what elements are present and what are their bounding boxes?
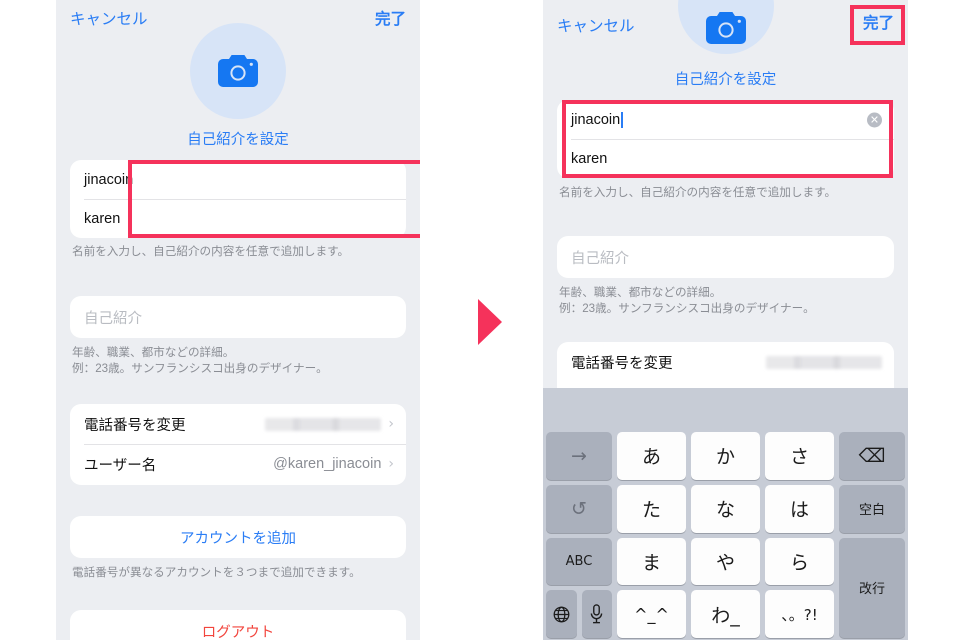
last-name-field[interactable]: karen bbox=[557, 139, 894, 178]
key-punctuation[interactable]: 、。?! bbox=[765, 590, 834, 638]
chevron-right-icon: › bbox=[388, 416, 394, 432]
name-hint: 名前を入力し、自己紹介の内容を任意で追加します。 bbox=[559, 186, 837, 199]
bio-card: 自己紹介 bbox=[557, 236, 894, 278]
globe-icon[interactable] bbox=[546, 590, 577, 638]
name-card: jinacoin karen bbox=[70, 160, 406, 238]
comparison-figure: キャンセル 完了 自己紹介を設定 jinacoin karen 名前を入力し、自… bbox=[0, 0, 960, 640]
first-name-field[interactable]: jinacoin bbox=[70, 160, 406, 199]
phone-screen-before: キャンセル 完了 自己紹介を設定 jinacoin karen 名前を入力し、自… bbox=[56, 0, 420, 640]
step-arrow-icon bbox=[478, 299, 502, 345]
cancel-button[interactable]: キャンセル bbox=[70, 12, 148, 28]
key-backspace-icon[interactable]: ⌫ bbox=[839, 432, 905, 480]
key-ma[interactable]: ま bbox=[617, 537, 686, 586]
camera-icon bbox=[218, 55, 258, 87]
logout-button[interactable]: ログアウト bbox=[70, 610, 406, 640]
bio-hint-line2: 例：23歳。サンフランシスコ出身のデザイナー。 bbox=[72, 362, 328, 375]
settings-card: 電話番号を変更 › ユーザー名 @karen_jinacoin › bbox=[70, 404, 406, 485]
name-card: jinacoin ✕ karen bbox=[557, 100, 894, 178]
name-hint: 名前を入力し、自己紹介の内容を任意で追加します。 bbox=[72, 245, 350, 258]
key-wa[interactable]: わ_ bbox=[691, 590, 760, 638]
clear-circle-icon[interactable]: ✕ bbox=[867, 112, 882, 127]
avatar-caption: 自己紹介を設定 bbox=[187, 132, 289, 148]
key-abc[interactable]: ABC bbox=[546, 537, 612, 586]
cancel-button[interactable]: キャンセル bbox=[557, 19, 635, 35]
phone-screen-after: キャンセル 完了 自己紹介を設定 jinacoin ✕ karen 名前を入力し… bbox=[543, 0, 908, 640]
bio-hint-line1: 年齢、職業、都市などの詳細。 bbox=[559, 286, 722, 299]
add-account-card[interactable]: アカウントを追加 bbox=[70, 516, 406, 558]
bio-placeholder: 自己紹介 bbox=[84, 310, 142, 327]
last-name-field[interactable]: karen bbox=[70, 199, 406, 238]
japanese-kana-keyboard: → あ か さ ⌫ ↺ た な は 空白 ABC ま や ら 改行 ^_^ わ_… bbox=[543, 388, 908, 640]
bio-field[interactable]: 自己紹介 bbox=[70, 296, 406, 338]
row-change-phone-number[interactable]: 電話番号を変更 bbox=[557, 342, 894, 382]
row-label: ユーザー名 bbox=[84, 457, 157, 474]
logout-card[interactable]: ログアウト bbox=[70, 610, 406, 640]
microphone-icon-svg bbox=[590, 604, 603, 624]
key-na[interactable]: な bbox=[691, 484, 760, 533]
bio-card: 自己紹介 bbox=[70, 296, 406, 338]
avatar-caption: 自己紹介を設定 bbox=[674, 72, 777, 88]
bio-placeholder: 自己紹介 bbox=[571, 250, 629, 267]
last-name-value: karen bbox=[571, 150, 608, 167]
first-name-value: jinacoin bbox=[84, 171, 134, 188]
globe-icon-svg bbox=[553, 606, 570, 623]
key-ra[interactable]: ら bbox=[765, 537, 834, 586]
text-cursor bbox=[621, 111, 624, 128]
done-button[interactable]: 完了 bbox=[863, 16, 894, 32]
last-name-value: karen bbox=[84, 210, 121, 227]
key-a[interactable]: あ bbox=[617, 432, 686, 480]
bio-hint-line2: 例：23歳。サンフランシスコ出身のデザイナー。 bbox=[559, 302, 815, 315]
keyboard-grid: → あ か さ ⌫ ↺ た な は 空白 ABC ま や ら 改行 ^_^ わ_… bbox=[546, 432, 905, 638]
bio-field[interactable]: 自己紹介 bbox=[557, 236, 894, 278]
navigation-bar: キャンセル 完了 bbox=[56, 0, 420, 46]
microphone-icon[interactable] bbox=[581, 590, 612, 638]
key-next-candidate[interactable]: → bbox=[546, 432, 612, 480]
done-button[interactable]: 完了 bbox=[375, 12, 406, 28]
key-ka[interactable]: か bbox=[691, 432, 760, 480]
key-ya[interactable]: や bbox=[691, 537, 760, 586]
key-undo[interactable]: ↺ bbox=[546, 484, 612, 533]
navigation-bar: キャンセル 完了 bbox=[543, 0, 908, 46]
row-label: 電話番号を変更 bbox=[84, 417, 186, 434]
key-ha[interactable]: は bbox=[765, 484, 834, 533]
add-account-button[interactable]: アカウントを追加 bbox=[70, 516, 406, 558]
row-label: 電話番号を変更 bbox=[571, 355, 673, 372]
add-account-hint: 電話番号が異なるアカウントを３つまで追加できます。 bbox=[72, 566, 361, 579]
key-emoticon[interactable]: ^_^ bbox=[617, 590, 686, 638]
key-space[interactable]: 空白 bbox=[839, 484, 905, 533]
row-change-phone-number[interactable]: 電話番号を変更 › bbox=[70, 404, 406, 444]
key-ta[interactable]: た bbox=[617, 484, 686, 533]
key-globe-mic-group bbox=[546, 590, 612, 638]
row-username[interactable]: ユーザー名 @karen_jinacoin › bbox=[70, 444, 406, 484]
first-name-value: jinacoin bbox=[571, 111, 621, 128]
redacted-phone-number bbox=[265, 417, 382, 431]
bio-hint-line1: 年齢、職業、都市などの詳細。 bbox=[72, 346, 235, 359]
first-name-field[interactable]: jinacoin ✕ bbox=[557, 100, 894, 139]
username-value: @karen_jinacoin bbox=[273, 456, 382, 472]
redacted-phone-number bbox=[766, 355, 882, 369]
key-sa[interactable]: さ bbox=[765, 432, 834, 480]
key-return[interactable]: 改行 bbox=[839, 537, 905, 638]
chevron-right-icon: › bbox=[388, 456, 394, 472]
